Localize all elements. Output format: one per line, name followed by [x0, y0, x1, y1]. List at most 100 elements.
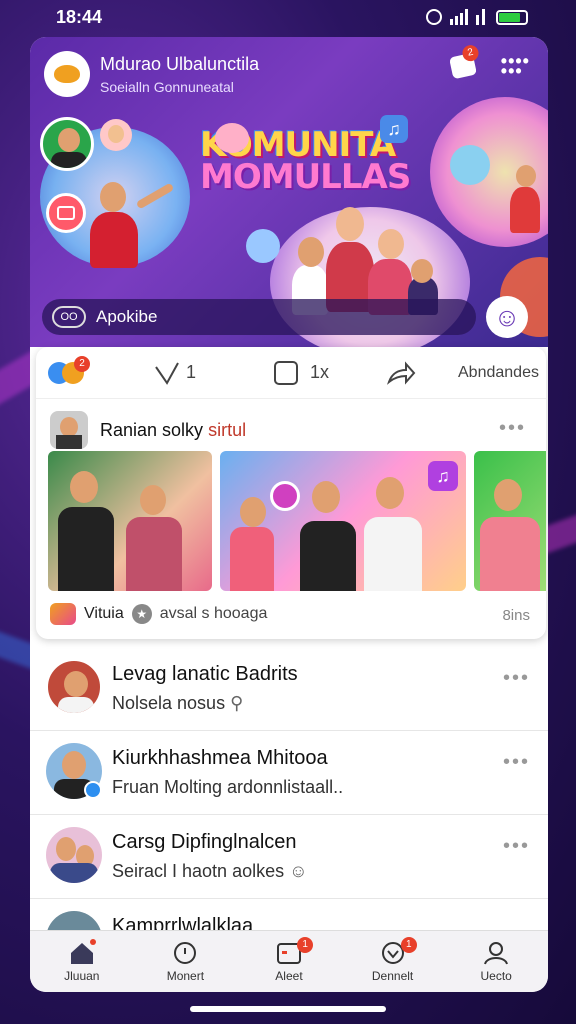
tab-home[interactable]: Jluuan — [30, 931, 134, 992]
post-author[interactable]: Ranian solky sirtul — [50, 411, 246, 449]
author-name-text: Ranian solky — [100, 419, 204, 440]
member-avatar[interactable] — [100, 119, 132, 151]
tab-label: Dennelt — [371, 968, 414, 983]
illustration-face — [336, 207, 364, 241]
footer-name[interactable]: Vituia — [84, 605, 124, 623]
footer-text: avsal s hooaga — [159, 605, 268, 622]
verified-icon: ★ — [131, 604, 152, 624]
member-name: Carsg Dipfinglnalcen — [112, 831, 297, 853]
status-bar: 18:44 — [0, 0, 576, 34]
gallery-photo[interactable] — [474, 451, 546, 591]
comment-button[interactable]: 1x — [274, 360, 330, 385]
member-name: Levag lanatic Badrits — [112, 663, 298, 685]
wifi-bars-icon — [476, 9, 485, 25]
community-header: Mdurao Ulbalunctila Soeialln Gonnuneatal — [44, 51, 259, 97]
tab-events[interactable]: 1 Aleet — [237, 931, 341, 992]
member-status: Nolsela nosus ⚲ — [112, 693, 243, 714]
illustration-person — [510, 187, 540, 233]
community-logo[interactable] — [44, 51, 90, 97]
featured-post-card: 2 1 1x Abndandes Ranian solky sirtul •••… — [36, 347, 546, 639]
member-status: Fruan Molting ardonnlistaall.. — [112, 777, 344, 797]
heart-outline-icon — [155, 362, 179, 385]
comment-label: 1x — [310, 362, 330, 382]
community-banner: Mdurao Ulbalunctila Soeialln Gonnuneatal… — [30, 37, 548, 347]
post-photo-gallery: ♫ — [48, 451, 546, 591]
author-tag[interactable]: sirtul — [208, 420, 246, 440]
tab-badge: 1 — [297, 937, 314, 953]
tab-label: Uecto — [480, 968, 512, 983]
list-item[interactable]: Levag lanatic Badrits Nolsela nosus ⚲ ••… — [30, 647, 548, 731]
author-avatar[interactable] — [50, 411, 88, 449]
list-item[interactable]: Kiurkhhashmea Mhitooa Fruan Molting ardo… — [30, 731, 548, 815]
tab-notifications[interactable]: Monert — [134, 931, 238, 992]
more-actions-label: Abndandes — [458, 363, 539, 381]
share-button[interactable] — [386, 360, 416, 385]
alarm-icon — [426, 9, 442, 25]
status-time: 18:44 — [56, 6, 103, 27]
tab-favorites[interactable]: 1 Dennelt — [341, 931, 445, 992]
gallery-photo[interactable]: ♫ — [220, 451, 466, 591]
mascot-icon — [215, 123, 249, 153]
share-icon — [386, 360, 416, 385]
member-avatar[interactable] — [40, 117, 94, 171]
game-icon[interactable]: 2 — [448, 43, 480, 80]
illustration-face — [516, 165, 536, 187]
more-options-icon[interactable]: ••• — [503, 835, 530, 858]
list-item[interactable]: Carsg Dipfinglnalcen Seiracl I haotn aol… — [30, 815, 548, 899]
chat-bubble-icon — [46, 193, 86, 233]
community-subtitle: Soeialln Gonnuneatal — [100, 78, 234, 95]
composer-pill[interactable]: OO — [52, 306, 86, 328]
illustration-face — [100, 182, 126, 212]
author-name: Ranian solky sirtul — [100, 420, 246, 441]
member-name: Kiurkhhashmea Mhitooa — [112, 747, 328, 769]
home-indicator[interactable] — [190, 1006, 386, 1012]
camera-icon — [270, 481, 300, 511]
tab-label: Aleet — [275, 968, 303, 983]
mascot-icon — [246, 229, 280, 263]
like-button[interactable]: 1 — [154, 361, 196, 385]
community-name: Mdurao Ulbalunctila — [100, 53, 260, 74]
location-icon: ⚲ — [230, 693, 244, 713]
member-status-text: Seiracl I haotn aolkes — [112, 861, 285, 881]
battery-icon — [496, 9, 528, 25]
post-actions-bar: 2 1 1x Abndandes — [36, 347, 546, 399]
illustration-face — [298, 237, 324, 267]
signal-icon — [450, 9, 468, 25]
more-options-icon[interactable]: ••• — [503, 751, 530, 774]
member-avatar[interactable] — [46, 827, 102, 883]
more-options-icon[interactable]: •••• ••• — [501, 52, 530, 80]
gallery-photo[interactable] — [48, 451, 212, 591]
more-actions-button[interactable]: Abndandes — [458, 364, 539, 382]
more-options-icon[interactable]: ••• — [503, 667, 530, 690]
member-status-text: Nolsela nosus — [112, 693, 226, 713]
bottom-tab-bar: Jluuan Monert 1 Aleet 1 Dennelt Uecto — [30, 930, 548, 992]
tab-label: Monert — [166, 968, 205, 983]
tab-dot — [90, 939, 96, 945]
reactions-badge: 2 — [74, 355, 90, 372]
emoji-icon: ☺ — [289, 861, 308, 881]
illustration-face — [378, 229, 404, 259]
music-note-icon: ♫ — [380, 115, 408, 143]
post-footer: Vituia ★ avsal s hooaga — [50, 603, 267, 625]
post-composer[interactable]: OO Apokibe — [42, 299, 476, 335]
tab-badge: 1 — [400, 937, 417, 953]
hero-line-2: MOMULLAS — [200, 157, 411, 197]
like-count: 1 — [186, 362, 197, 382]
tab-profile[interactable]: Uecto — [444, 931, 548, 992]
tab-label: Jluuan — [64, 968, 100, 983]
reaction-icon: 2 — [48, 355, 90, 384]
reactions-button[interactable]: 2 — [48, 355, 90, 384]
emoji-button[interactable]: ☺ — [486, 296, 528, 338]
illustration-person — [90, 212, 138, 268]
post-more-icon[interactable]: ••• — [499, 417, 526, 440]
composer-placeholder: Apokibe — [96, 307, 158, 326]
member-status: Seiracl I haotn aolkes ☺ — [112, 861, 308, 882]
member-avatar[interactable] — [46, 659, 102, 715]
comment-icon — [274, 360, 298, 385]
community-mini-icon — [50, 603, 76, 625]
notification-badge: 2 — [460, 43, 480, 63]
user-icon — [484, 941, 509, 964]
post-timestamp: 8ins — [502, 607, 530, 624]
mascot-icon — [450, 145, 490, 185]
illustration-face — [411, 259, 433, 283]
